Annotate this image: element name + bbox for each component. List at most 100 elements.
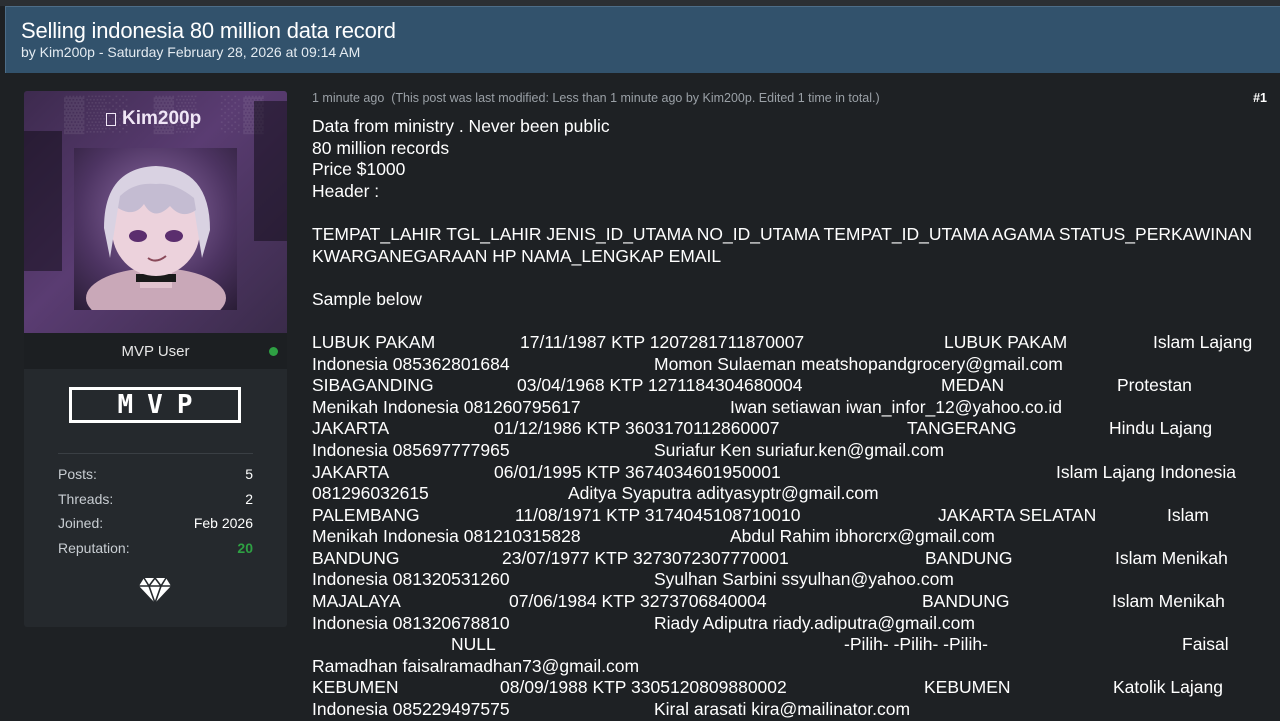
data-cell: 01/12/1986 KTP 3603170112860007 [494,418,780,439]
post-line: 80 million records [312,137,450,158]
thread-byline: by Kim200p - Saturday February 28, 2026 … [21,44,361,60]
data-cell: TANGERANG [907,418,1017,439]
data-row: Menikah Indonesia 081210315828 Abdul Rah… [312,526,1272,548]
data-cell: -Pilih- -Pilih- -Pilih- [844,634,988,655]
data-cell: Menikah Indonesia 081260795617 [312,396,581,417]
data-cell: 081296032615 [312,483,429,504]
data-cell: Indonesia 085362801684 [312,353,510,374]
data-row: Indonesia 081320531260 Syulhan Sarbini s… [312,569,1272,591]
post-body: Data from ministry . Never been public 8… [312,116,1272,721]
data-cell: JAKARTA [312,461,390,482]
data-cell: 07/06/1984 KTP 3273706840004 [509,591,767,612]
data-row: Indonesia 085229497575 Kiral arasati kir… [312,699,1272,721]
stat-value[interactable]: 2 [245,491,253,507]
username[interactable]: Kim200p [106,108,201,130]
data-cell: Ramadhan faisalramadhan73@gmail.com [312,655,640,676]
panel-divider [58,453,253,454]
stat-label: Reputation: [58,539,130,556]
post-meta: 1 minute ago (This post was last modifie… [312,91,880,105]
data-cell: Indonesia 085697777965 [312,439,510,460]
data-cell: KEBUMEN [312,677,399,698]
data-row: PALEMBANG 11/08/1971 KTP 317404510871001… [312,505,1272,527]
profile-banner: ▓▒░ ▓▒ ░▓ Kim200p [24,91,287,333]
data-cell: Protestan [1117,375,1192,396]
post-line: Price $1000 [312,159,406,180]
stat-reputation: Reputation: 20 [58,540,253,565]
data-cell: 11/08/1971 KTP 3174045108710010 [515,504,801,525]
data-row: Indonesia 085362801684 Momon Sulaeman me… [312,354,1272,376]
avatar[interactable] [74,148,237,310]
data-cell: 03/04/1968 KTP 1271184304680004 [517,375,803,396]
data-cell: Suriafur Ken suriafur.ken@gmail.com [654,439,945,460]
user-rank-text: MVP User [121,342,190,360]
data-row: NULL -Pilih- -Pilih- -Pilih- Faisal [312,634,1272,656]
data-cell: Hindu Lajang [1109,418,1213,439]
user-stats: Posts: 5 Threads: 2 Joined: Feb 2026 Rep… [58,466,253,564]
data-cell: KEBUMEN [924,677,1011,698]
user-panel: ▓▒░ ▓▒ ░▓ Kim200p MVP User MVP Posts: 5 … [24,91,287,627]
post-modified-note: (This post was last modified: Less than … [391,91,880,105]
data-row: Indonesia 085697777965 Suriafur Ken suri… [312,440,1272,462]
data-cell: Momon Sulaeman meatshopandgrocery@gmail.… [654,353,1063,374]
data-cell: JAKARTA [312,418,390,439]
post-line: KWARGANEGARAAN HP NAMA_LENGKAP EMAIL [312,245,722,266]
stat-value[interactable]: 5 [245,466,253,482]
data-cell: Indonesia 081320678810 [312,612,510,633]
data-row: JAKARTA 01/12/1986 KTP 3603170112860007 … [312,418,1272,440]
data-row: 081296032615 Aditya Syaputra adityasyptr… [312,483,1272,505]
username-text: Kim200p [122,108,202,129]
data-cell: Menikah Indonesia 081210315828 [312,526,581,547]
avatar-image [86,166,226,310]
data-row: Ramadhan faisalramadhan73@gmail.com [312,656,1272,678]
data-cell: 08/09/1988 KTP 3305120809880002 [500,677,787,698]
online-status-icon [269,347,278,356]
data-row: LUBUK PAKAM 17/11/1987 KTP 1207281711870… [312,332,1272,354]
stat-posts: Posts: 5 [58,466,253,491]
data-cell: Islam Lajang [1153,331,1253,352]
stat-value: Feb 2026 [193,515,253,532]
banner-shadow-right [254,101,287,241]
data-cell: Katolik Lajang [1113,677,1223,698]
data-cell: BANDUNG [922,591,1010,612]
data-cell: LUBUK PAKAM [312,331,436,352]
diamond-icon [139,576,171,604]
post-time[interactable]: 1 minute ago [312,91,384,105]
post-line: TEMPAT_LAHIR TGL_LAHIR JENIS_ID_UTAMA NO… [312,223,1253,244]
data-row: BANDUNG 23/07/1977 KTP 3273072307770001 … [312,548,1272,570]
data-cell: 06/01/1995 KTP 3674034601950001 [494,461,781,482]
data-cell: Indonesia 081320531260 [312,569,510,590]
data-cell: BANDUNG [925,547,1013,568]
data-cell: LUBUK PAKAM [944,331,1068,352]
banner-shadow-left [24,131,62,271]
stat-joined: Joined: Feb 2026 [58,515,253,540]
data-cell: BANDUNG [312,547,400,568]
data-cell: MEDAN [941,375,1005,396]
data-row: Menikah Indonesia 081260795617 Iwan seti… [312,397,1272,419]
data-cell: Riady Adiputra riady.adiputra@gmail.com [654,612,975,633]
stat-value[interactable]: 20 [237,540,253,556]
data-cell: MAJALAYA [312,591,401,612]
stat-label: Posts: [58,466,97,482]
data-cell: Syulhan Sarbini ssyulhan@yahoo.com [654,569,954,590]
data-row: MAJALAYA 07/06/1984 KTP 3273706840004 BA… [312,591,1272,613]
data-cell: 17/11/1987 KTP 1207281711870007 [520,331,805,352]
stat-label: Joined: [58,515,104,532]
data-cell: Aditya Syaputra adityasyptr@gmail.com [568,483,879,504]
stat-label: Threads: [58,490,114,507]
post-line: Sample below [312,288,422,309]
data-cell: JAKARTA SELATAN [938,504,1097,525]
data-row: JAKARTA 06/01/1995 KTP 3674034601950001 … [312,462,1272,484]
thread-header: Selling indonesia 80 million data record… [5,6,1280,73]
data-cell: 23/07/1977 KTP 3273072307770001 [502,547,789,568]
thread-title: Selling indonesia 80 million data record [21,18,396,43]
post-number-link[interactable]: #1 [1253,91,1267,105]
data-row: KEBUMEN 08/09/1988 KTP 3305120809880002 … [312,677,1272,699]
post-line: Header : [312,180,380,201]
data-cell: NULL [451,634,496,655]
data-cell: Islam Lajang Indonesia [1056,461,1236,482]
data-cell: Faisal [1182,634,1229,655]
data-cell: Indonesia 085229497575 [312,699,510,720]
